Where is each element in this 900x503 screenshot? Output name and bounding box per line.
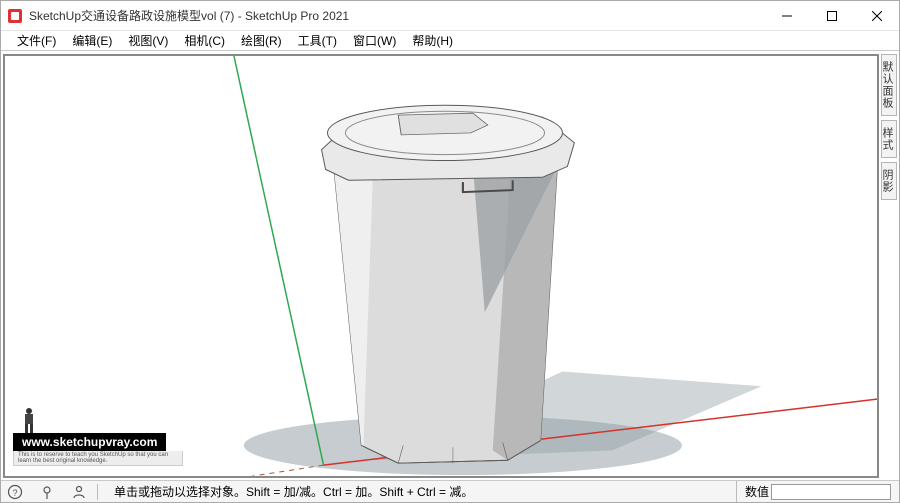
svg-text:?: ? bbox=[12, 488, 17, 498]
window-title: SketchUp交通设备路政设施模型vol (7) - SketchUp Pro… bbox=[29, 7, 764, 24]
close-button[interactable] bbox=[854, 1, 899, 30]
axis-green bbox=[234, 56, 324, 465]
tray-shadows[interactable]: 阴影 bbox=[881, 162, 897, 200]
menu-file[interactable]: 文件(F) bbox=[9, 32, 64, 49]
maximize-button[interactable] bbox=[809, 1, 854, 30]
menu-camera[interactable]: 相机(C) bbox=[176, 32, 233, 49]
menu-draw[interactable]: 绘图(R) bbox=[233, 32, 290, 49]
measurements-label: 数值 bbox=[745, 483, 769, 500]
menu-bar: 文件(F) 编辑(E) 视图(V) 相机(C) 绘图(R) 工具(T) 窗口(W… bbox=[1, 31, 899, 51]
menu-window[interactable]: 窗口(W) bbox=[345, 32, 404, 49]
window-controls bbox=[764, 1, 899, 30]
tray-styles[interactable]: 样式 bbox=[881, 120, 897, 158]
status-hint: 单击或拖动以选择对象。Shift = 加/减。Ctrl = 加。Shift + … bbox=[108, 483, 473, 500]
menu-view[interactable]: 视图(V) bbox=[120, 32, 176, 49]
measurements-input[interactable] bbox=[771, 484, 891, 500]
status-divider bbox=[97, 484, 98, 500]
minimize-button[interactable] bbox=[764, 1, 809, 30]
watermark-figure-icon bbox=[19, 407, 39, 435]
watermark-url: www.sketchupvray.com bbox=[13, 433, 166, 451]
measurements-box: 数值 bbox=[736, 481, 899, 502]
menu-edit[interactable]: 编辑(E) bbox=[64, 32, 120, 49]
help-icon[interactable]: ? bbox=[7, 484, 23, 500]
geolocation-icon[interactable] bbox=[39, 484, 55, 500]
model-trash-bin bbox=[322, 105, 575, 463]
watermark: www.sketchupvray.com This is to reserve … bbox=[13, 407, 183, 466]
tray-tabs: 默认面板 样式 阴影 bbox=[881, 52, 899, 480]
watermark-sub: This is to reserve to teach you SketchUp… bbox=[13, 451, 183, 466]
axis-red-neg bbox=[5, 465, 324, 476]
status-bar: ? 单击或拖动以选择对象。Shift = 加/减。Ctrl = 加。Shift … bbox=[1, 480, 899, 502]
menu-help[interactable]: 帮助(H) bbox=[404, 32, 461, 49]
tray-default[interactable]: 默认面板 bbox=[881, 54, 897, 116]
credits-icon[interactable] bbox=[71, 484, 87, 500]
app-icon bbox=[7, 8, 23, 24]
viewport[interactable]: www.sketchupvray.com This is to reserve … bbox=[3, 54, 879, 478]
main-area: www.sketchupvray.com This is to reserve … bbox=[1, 52, 899, 480]
menu-tools[interactable]: 工具(T) bbox=[290, 32, 345, 49]
title-bar: SketchUp交通设备路政设施模型vol (7) - SketchUp Pro… bbox=[1, 1, 899, 31]
